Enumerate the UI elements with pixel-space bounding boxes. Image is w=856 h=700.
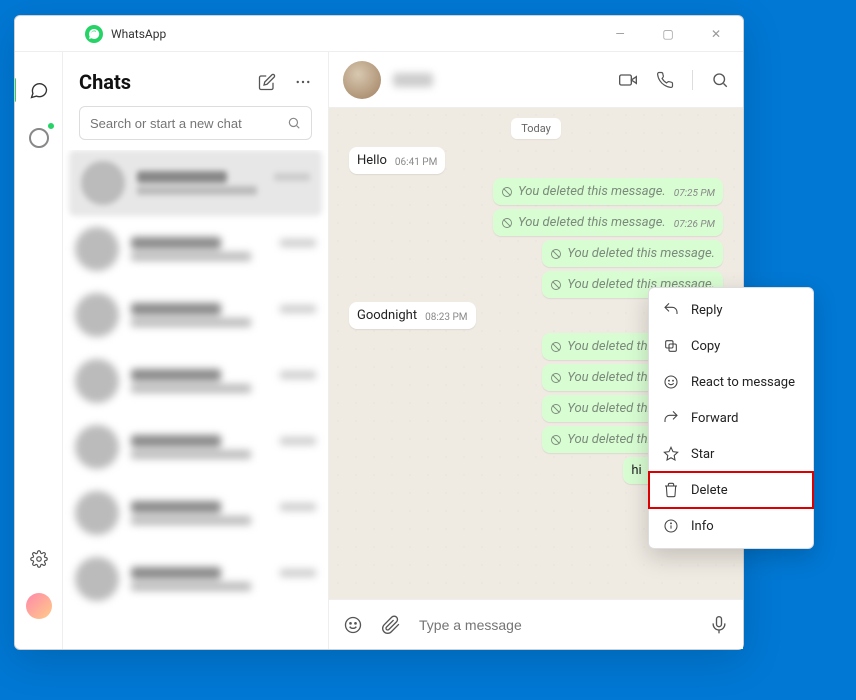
message-text: You deleted this message.: [518, 215, 666, 230]
menu-item-label: Info: [691, 519, 714, 534]
incoming-message[interactable]: Hello 06:41 PM: [349, 147, 445, 174]
status-nav-icon[interactable]: [25, 124, 53, 152]
title-bar: WhatsApp — ▢ ✕: [15, 16, 743, 52]
deleted-message[interactable]: You deleted this message.: [542, 240, 723, 267]
menu-item-label: React to message: [691, 375, 795, 390]
menu-item-label: Copy: [691, 339, 720, 354]
date-separator: Today: [511, 118, 561, 139]
new-chat-icon[interactable]: [258, 73, 276, 91]
message-time: 07:26 PM: [674, 219, 715, 230]
message-text: You deleted this message.: [567, 246, 715, 261]
menu-item-reply[interactable]: Reply: [649, 292, 813, 328]
message-text: hi: [631, 463, 641, 478]
nav-rail: [15, 52, 63, 649]
menu-item-star[interactable]: Star: [649, 436, 813, 472]
chat-list[interactable]: [63, 150, 328, 649]
blocked-icon: You deleted this message.: [501, 184, 666, 199]
chat-item[interactable]: [63, 480, 328, 546]
window-controls: — ▢ ✕: [605, 27, 731, 41]
close-button[interactable]: ✕: [701, 27, 731, 41]
chat-item[interactable]: [63, 414, 328, 480]
conversation-header: [329, 52, 743, 108]
message-time: 08:23 PM: [425, 312, 467, 323]
menu-item-label: Delete: [691, 483, 728, 498]
menu-item-label: Forward: [691, 411, 738, 426]
chat-item[interactable]: [63, 282, 328, 348]
incoming-message[interactable]: Goodnight 08:23 PM: [349, 302, 476, 329]
more-icon[interactable]: [294, 73, 312, 91]
menu-item-info[interactable]: Info: [649, 508, 813, 544]
contact-avatar[interactable]: [343, 61, 381, 99]
whatsapp-logo-icon: [85, 25, 103, 43]
blocked-icon: You deleted this message.: [550, 246, 715, 261]
chats-nav-icon[interactable]: [25, 76, 53, 104]
menu-item-label: Reply: [691, 303, 723, 318]
emoji-icon[interactable]: [343, 615, 363, 635]
chat-item[interactable]: [63, 546, 328, 612]
message-time: 06:41 PM: [395, 157, 437, 168]
message-text: Goodnight: [357, 308, 417, 323]
search-in-chat-icon[interactable]: [711, 71, 729, 89]
attach-icon[interactable]: [381, 615, 401, 635]
maximize-button[interactable]: ▢: [653, 27, 683, 41]
profile-avatar[interactable]: [26, 593, 52, 619]
message-text: You deleted this message.: [518, 184, 666, 199]
menu-item-delete[interactable]: Delete: [649, 472, 813, 508]
search-icon: [287, 116, 301, 130]
search-input[interactable]: [90, 116, 279, 131]
mic-icon[interactable]: [709, 615, 729, 635]
message-time: 07:25 PM: [674, 188, 715, 199]
sidebar-title: Chats: [79, 70, 131, 94]
app-title: WhatsApp: [111, 27, 166, 41]
video-call-icon[interactable]: [618, 70, 638, 90]
message-context-menu: Reply Copy React to message Forward Star Dele…: [648, 287, 814, 549]
contact-name: [393, 73, 433, 87]
deleted-message[interactable]: You deleted this message. 07:26 PM: [493, 209, 723, 236]
menu-item-label: Star: [691, 447, 714, 462]
deleted-message[interactable]: You deleted this message. 07:25 PM: [493, 178, 723, 205]
menu-item-react[interactable]: React to message: [649, 364, 813, 400]
message-input[interactable]: [419, 617, 691, 633]
search-box[interactable]: [79, 106, 312, 140]
menu-item-copy[interactable]: Copy: [649, 328, 813, 364]
minimize-button[interactable]: —: [605, 27, 635, 41]
settings-nav-icon[interactable]: [25, 545, 53, 573]
blocked-icon: You deleted this message.: [501, 215, 666, 230]
message-text: Hello: [357, 153, 387, 168]
app-window: WhatsApp — ▢ ✕ Chat: [14, 15, 744, 650]
voice-call-icon[interactable]: [656, 71, 674, 89]
chat-item[interactable]: [63, 348, 328, 414]
sidebar: Chats: [63, 52, 329, 649]
message-composer: [329, 599, 743, 649]
chat-item[interactable]: [63, 216, 328, 282]
chat-item[interactable]: [69, 150, 322, 216]
menu-item-forward[interactable]: Forward: [649, 400, 813, 436]
